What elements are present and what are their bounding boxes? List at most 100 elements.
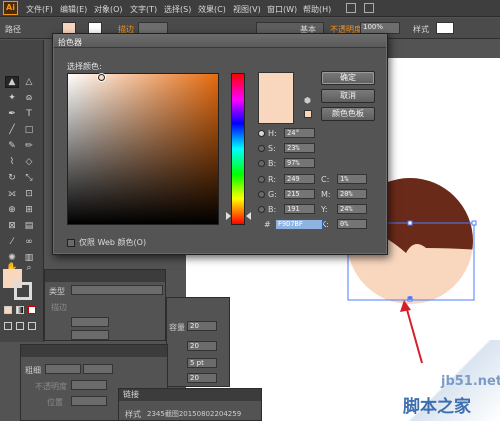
green-radio[interactable] xyxy=(258,190,265,198)
opacity-row-field[interactable] xyxy=(71,380,107,390)
lasso-tool-icon[interactable]: ɷ xyxy=(22,92,36,104)
saturation-brightness-field[interactable] xyxy=(67,73,219,225)
dialog-title: 拾色器 xyxy=(54,35,386,48)
zoom-tool-icon[interactable]: ⌕ xyxy=(22,262,36,274)
size-field[interactable]: 20 xyxy=(187,341,217,351)
rotate-tool-icon[interactable]: ↻ xyxy=(5,172,19,184)
type-dropdown[interactable] xyxy=(71,285,163,295)
selection-handle[interactable] xyxy=(471,220,477,226)
blue-radio[interactable] xyxy=(258,205,265,213)
menu-view[interactable]: 视图(V) xyxy=(233,4,261,15)
direct-selection-tool-icon[interactable]: △ xyxy=(22,76,36,88)
graphic-style-swatch[interactable] xyxy=(436,22,454,34)
hue-radio[interactable] xyxy=(258,129,265,137)
width-tool-icon[interactable]: ⟗ xyxy=(5,188,19,200)
size-field[interactable]: 5 pt xyxy=(187,358,217,368)
saturation-radio[interactable] xyxy=(258,144,265,152)
color-swatches-button[interactable]: 颜色色板 xyxy=(321,107,375,121)
selection-tool-icon[interactable]: ▲ xyxy=(5,76,19,88)
blue-input[interactable]: 191 xyxy=(284,204,315,214)
perspective-grid-tool-icon[interactable]: ⊞ xyxy=(22,204,36,216)
shape-builder-tool-icon[interactable]: ⊕ xyxy=(5,204,19,216)
menu-window[interactable]: 窗口(W) xyxy=(267,4,297,15)
stroke-color-swatch[interactable] xyxy=(14,282,32,300)
hue-slider-left-arrow[interactable] xyxy=(226,212,231,220)
paintbrush-tool-icon[interactable]: ✎ xyxy=(5,140,19,152)
size-field[interactable]: 20 xyxy=(187,373,217,383)
arrange-documents-icon[interactable] xyxy=(364,3,374,13)
hue-slider[interactable] xyxy=(231,73,245,225)
position-field[interactable] xyxy=(71,396,107,406)
panel-tab-bar xyxy=(45,270,165,282)
rectangle-tool-icon[interactable]: □ xyxy=(22,124,36,136)
menu-object[interactable]: 对象(O) xyxy=(94,4,123,15)
anchor-point[interactable] xyxy=(408,296,412,300)
black-input[interactable]: 0% xyxy=(337,219,367,229)
draw-behind-icon[interactable] xyxy=(16,322,24,330)
blob-brush-tool-icon[interactable]: ⌇ xyxy=(5,156,19,168)
color-selection-marker[interactable] xyxy=(97,73,105,81)
menu-bar: Ai 文件(F) 编辑(E) 对象(O) 文字(T) 选择(S) 效果(C) 视… xyxy=(0,0,500,17)
menu-effect[interactable]: 效果(C) xyxy=(198,4,226,15)
none-mode-icon[interactable] xyxy=(28,306,36,314)
brightness-label: B: xyxy=(268,158,277,168)
weight-field[interactable] xyxy=(45,364,81,374)
brightness-input[interactable]: 97% xyxy=(284,158,315,168)
links-tab[interactable]: 链接 xyxy=(119,389,261,401)
red-input[interactable]: 249 xyxy=(284,174,315,184)
hex-input[interactable]: F9D7BF xyxy=(274,219,323,230)
mesh-tool-icon[interactable]: ⊠ xyxy=(5,220,19,232)
web-only-checkbox[interactable] xyxy=(67,238,75,247)
weight-dropdown[interactable] xyxy=(83,364,113,374)
line-tool-icon[interactable]: ╱ xyxy=(5,124,19,136)
pencil-tool-icon[interactable]: ✏ xyxy=(22,140,36,152)
color-picker-dialog: 拾色器 选择颜色: 仅限 Web 颜色(O) ⬢ 确定 取消 颜色色板 H: 2… xyxy=(52,33,388,255)
magenta-input[interactable]: 20% xyxy=(337,189,367,199)
blend-tool-icon[interactable]: ∞ xyxy=(22,236,36,248)
menu-help[interactable]: 帮助(H) xyxy=(303,4,331,15)
magic-wand-tool-icon[interactable]: ✦ xyxy=(5,92,19,104)
saturation-input[interactable]: 23% xyxy=(284,143,315,153)
brightness-field-row: B: 97% xyxy=(258,158,315,168)
menu-select[interactable]: 选择(S) xyxy=(164,4,191,15)
style-label: 样式 xyxy=(125,410,141,419)
hue-slider-right-arrow[interactable] xyxy=(246,212,251,220)
selection-handle[interactable] xyxy=(407,220,413,226)
select-color-label: 选择颜色: xyxy=(67,62,102,71)
cyan-input[interactable]: 1% xyxy=(337,174,367,184)
ok-button[interactable]: 确定 xyxy=(321,71,375,85)
bridge-icon[interactable] xyxy=(346,3,356,13)
hue-input[interactable]: 24° xyxy=(284,128,315,138)
hex-field-row: # F9D7BF xyxy=(264,219,323,230)
red-radio[interactable] xyxy=(258,175,265,183)
color-mode-icon[interactable] xyxy=(4,306,12,314)
panel-field[interactable] xyxy=(71,330,109,340)
menu-edit[interactable]: 编辑(E) xyxy=(60,4,87,15)
web-safe-cube-icon[interactable]: ⬢ xyxy=(304,96,311,105)
selection-type-label: 路径 xyxy=(5,25,21,34)
eyedropper-tool-icon[interactable]: ⁄ xyxy=(5,236,19,248)
yellow-input[interactable]: 24% xyxy=(337,204,367,214)
hue-label: H: xyxy=(268,128,277,138)
type-tool-icon[interactable]: T xyxy=(22,108,36,120)
free-transform-tool-icon[interactable]: ⊡ xyxy=(22,188,36,200)
menu-file[interactable]: 文件(F) xyxy=(26,4,53,15)
gradient-tool-icon[interactable]: ▤ xyxy=(22,220,36,232)
watermark-name: 脚本之家 xyxy=(403,397,471,417)
gamut-color-swatch[interactable] xyxy=(304,110,312,118)
panel-field[interactable] xyxy=(71,317,109,327)
web-only-option[interactable]: 仅限 Web 颜色(O) xyxy=(67,237,146,248)
cancel-button[interactable]: 取消 xyxy=(321,89,375,103)
pen-tool-icon[interactable]: ✒ xyxy=(5,108,19,120)
eraser-tool-icon[interactable]: ◇ xyxy=(22,156,36,168)
green-input[interactable]: 215 xyxy=(284,189,315,199)
weight-label: 粗细 xyxy=(25,366,41,375)
brightness-radio[interactable] xyxy=(258,159,265,167)
draw-inside-icon[interactable] xyxy=(28,322,36,330)
gradient-mode-icon[interactable] xyxy=(16,306,24,314)
size-field[interactable]: 20 xyxy=(187,321,217,331)
link-file-name[interactable]: 2345截图20150802204259 xyxy=(147,409,241,419)
menu-type[interactable]: 文字(T) xyxy=(130,4,157,15)
scale-tool-icon[interactable]: ⤡ xyxy=(22,172,36,184)
draw-normal-icon[interactable] xyxy=(4,322,12,330)
